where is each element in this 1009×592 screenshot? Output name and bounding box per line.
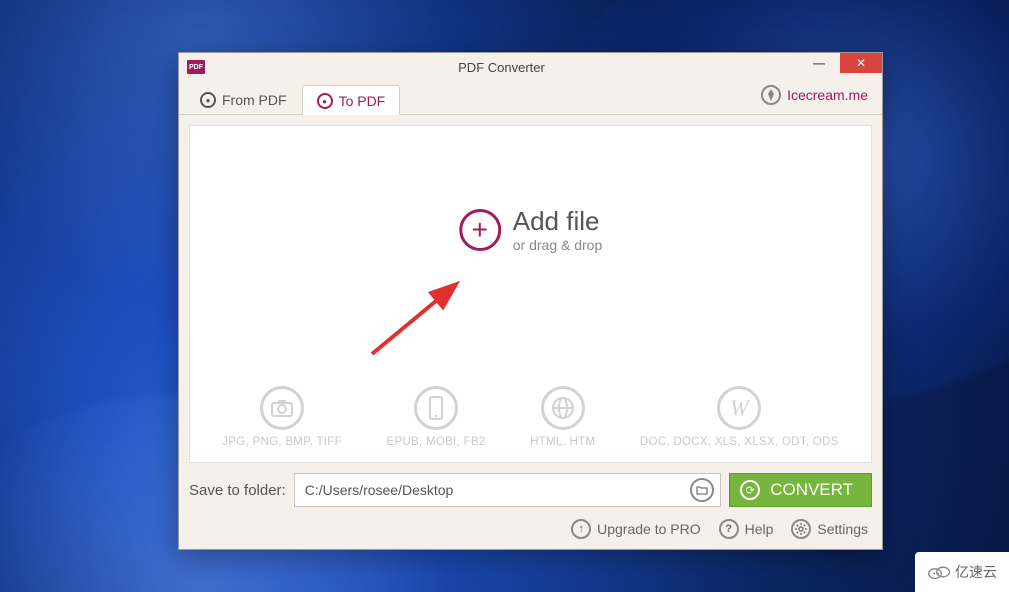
upgrade-link[interactable]: ↑ Upgrade to PRO xyxy=(571,519,701,539)
annotation-arrow xyxy=(364,276,474,366)
drop-area[interactable]: + Add file or drag & drop JPG, PNG, BMP,… xyxy=(189,125,872,463)
settings-link[interactable]: Settings xyxy=(791,519,868,539)
app-window: PDF PDF Converter — ✕ ● From PDF ● To PD… xyxy=(178,52,883,550)
brand-link[interactable]: Icecream.me xyxy=(761,85,868,105)
format-ebook: EPUB, MOBI, FB2 xyxy=(386,386,485,448)
close-button[interactable]: ✕ xyxy=(840,53,882,73)
titlebar: PDF PDF Converter — ✕ xyxy=(179,53,882,81)
help-icon: ? xyxy=(719,519,739,539)
watermark: 亿速云 xyxy=(915,552,1009,592)
upgrade-icon: ↑ xyxy=(571,519,591,539)
tab-from-pdf[interactable]: ● From PDF xyxy=(185,84,302,114)
window-title: PDF Converter xyxy=(205,60,798,75)
format-html-label: HTML, HTM xyxy=(530,436,595,448)
tab-from-pdf-label: From PDF xyxy=(222,92,287,108)
format-image: JPG, PNG, BMP, TIFF xyxy=(222,386,342,448)
format-image-label: JPG, PNG, BMP, TIFF xyxy=(222,436,342,448)
camera-icon xyxy=(260,386,304,430)
upgrade-label: Upgrade to PRO xyxy=(597,521,701,537)
settings-label: Settings xyxy=(817,521,868,537)
convert-button[interactable]: ⟳ CONVERT xyxy=(729,473,872,507)
save-folder-label: Save to folder: xyxy=(189,482,286,499)
path-field-wrap xyxy=(294,473,721,507)
tab-to-pdf-label: To PDF xyxy=(339,93,386,109)
save-path-input[interactable] xyxy=(305,482,690,498)
plus-icon: + xyxy=(459,209,501,251)
footer-links: ↑ Upgrade to PRO ? Help Settings xyxy=(179,515,882,549)
format-html: HTML, HTM xyxy=(530,386,595,448)
phone-icon xyxy=(414,386,458,430)
watermark-text: 亿速云 xyxy=(955,562,997,582)
gear-icon xyxy=(791,519,811,539)
format-office: W DOC, DOCX, XLS, XLSX, ODT, ODS xyxy=(640,386,839,448)
from-pdf-icon: ● xyxy=(200,92,216,108)
add-file-title: Add file xyxy=(513,206,603,237)
add-file-subtitle: or drag & drop xyxy=(513,237,603,253)
minimize-button[interactable]: — xyxy=(798,53,840,73)
format-tiles: JPG, PNG, BMP, TIFF EPUB, MOBI, FB2 HTML… xyxy=(190,386,871,448)
globe-icon xyxy=(541,386,585,430)
to-pdf-icon: ● xyxy=(317,93,333,109)
format-office-label: DOC, DOCX, XLS, XLSX, ODT, ODS xyxy=(640,436,839,448)
help-label: Help xyxy=(745,521,774,537)
tab-to-pdf[interactable]: ● To PDF xyxy=(302,85,401,115)
brand-link-text: Icecream.me xyxy=(787,87,868,103)
add-file-text-wrap: Add file or drag & drop xyxy=(513,206,603,253)
convert-button-label: CONVERT xyxy=(770,480,853,500)
convert-icon: ⟳ xyxy=(740,480,760,500)
window-controls: — ✕ xyxy=(798,53,882,81)
format-ebook-label: EPUB, MOBI, FB2 xyxy=(386,436,485,448)
app-icon: PDF xyxy=(187,60,205,74)
browse-folder-button[interactable] xyxy=(690,478,714,502)
bottom-bar: Save to folder: ⟳ CONVERT xyxy=(179,463,882,515)
help-link[interactable]: ? Help xyxy=(719,519,774,539)
tab-bar: ● From PDF ● To PDF Icecream.me xyxy=(179,81,882,115)
add-file-button[interactable]: + Add file or drag & drop xyxy=(459,206,603,253)
folder-icon xyxy=(696,485,708,495)
icecream-icon xyxy=(761,85,781,105)
word-icon: W xyxy=(717,386,761,430)
